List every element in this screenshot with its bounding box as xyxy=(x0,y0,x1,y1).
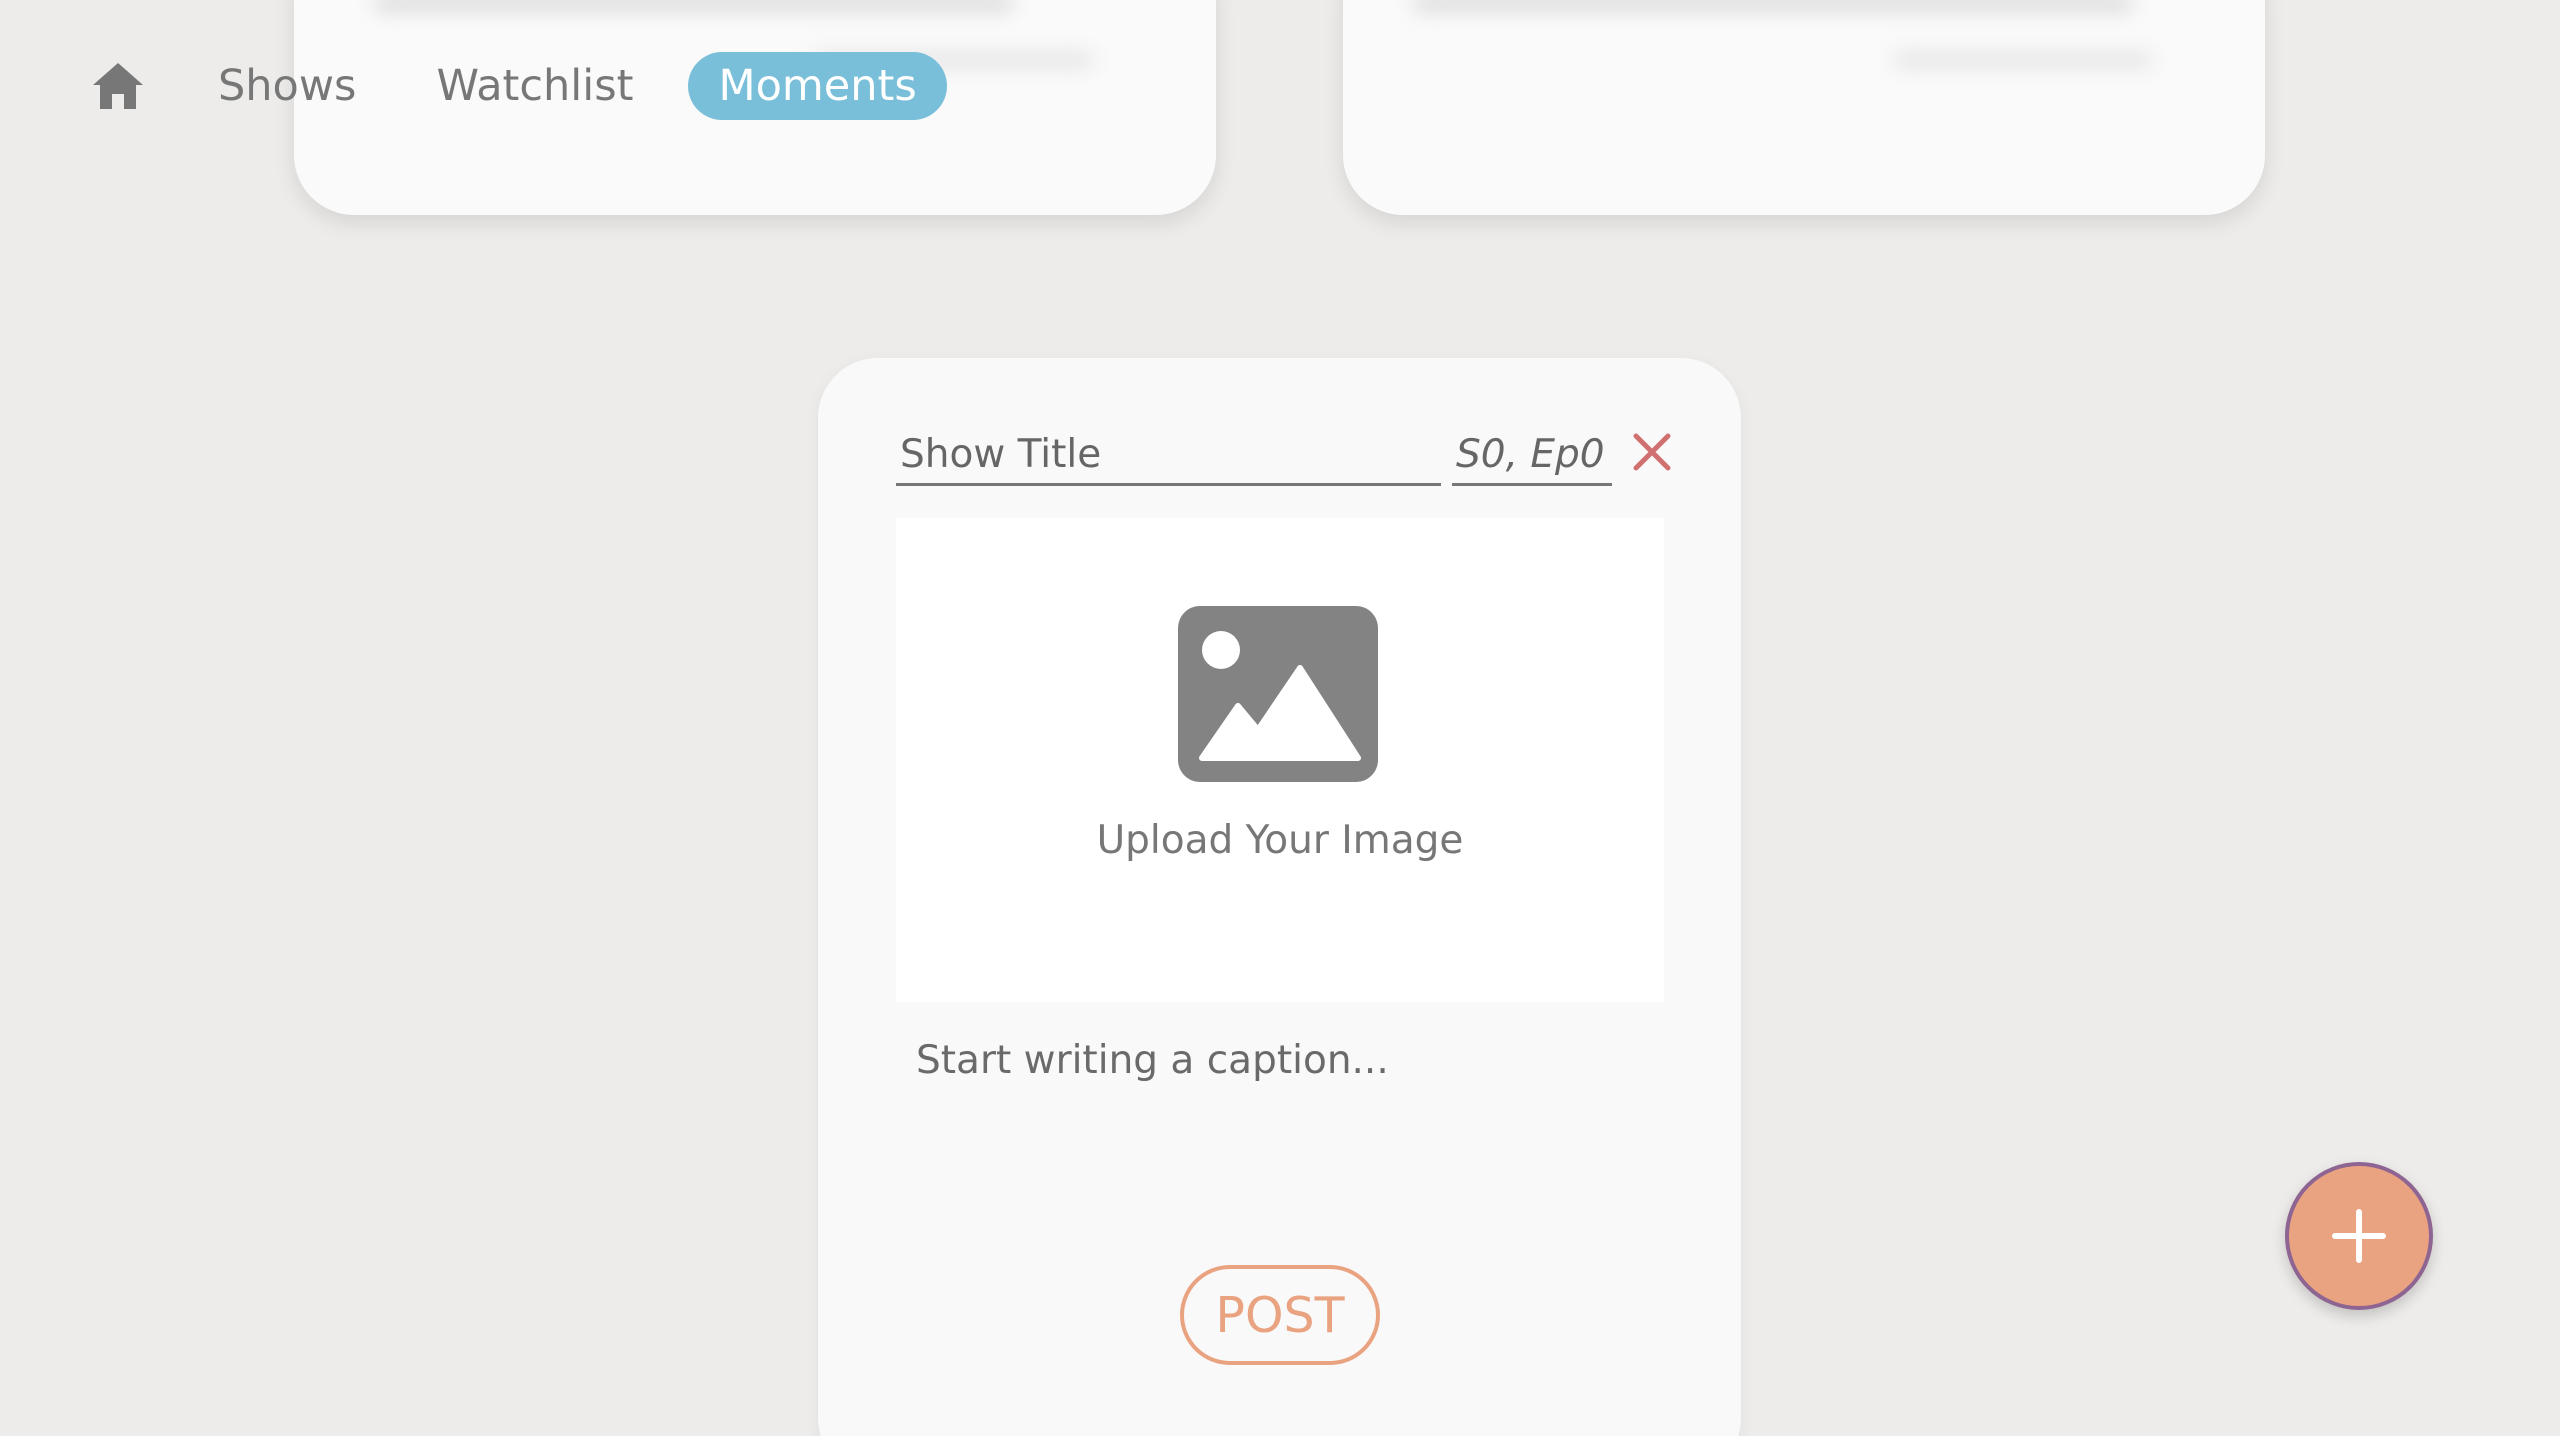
image-upload-area[interactable]: Upload Your Image xyxy=(896,518,1664,1002)
plus-icon xyxy=(2332,1209,2386,1263)
nav-watchlist[interactable]: Watchlist xyxy=(406,52,663,120)
home-icon[interactable] xyxy=(88,56,148,116)
new-moment-card: Upload Your Image POST xyxy=(818,358,1741,1436)
image-icon xyxy=(1178,606,1378,782)
background-card xyxy=(1343,0,2265,215)
show-title-input[interactable] xyxy=(896,426,1441,486)
nav-shows[interactable]: Shows xyxy=(188,52,386,120)
upload-label: Upload Your Image xyxy=(1096,818,1464,863)
nav-moments[interactable]: Moments xyxy=(688,52,947,120)
caption-input[interactable] xyxy=(896,1038,1664,1198)
close-icon[interactable] xyxy=(1628,428,1676,476)
episode-input[interactable] xyxy=(1452,426,1612,486)
post-button[interactable]: POST xyxy=(1180,1265,1380,1365)
add-moment-button[interactable] xyxy=(2285,1162,2433,1310)
top-nav: Shows Watchlist Moments xyxy=(88,50,947,122)
